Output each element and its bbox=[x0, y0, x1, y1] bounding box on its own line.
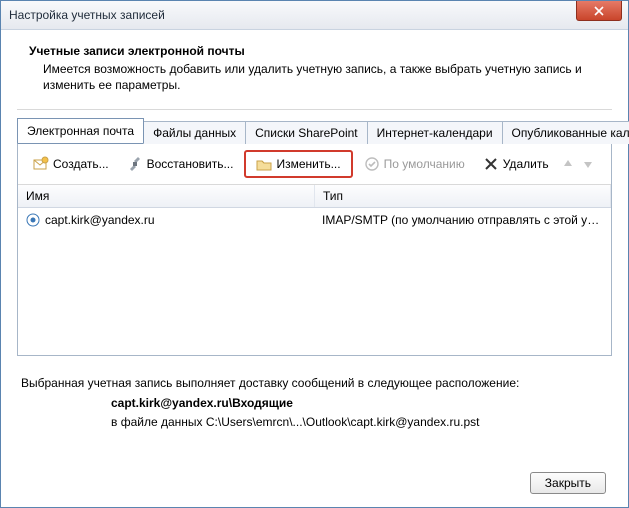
accounts-panel: Создать... Восстановить... Изменить... П… bbox=[17, 143, 612, 356]
dialog-window: Настройка учетных записей Учетные записи… bbox=[0, 0, 629, 508]
close-icon bbox=[594, 6, 604, 16]
arrow-up-icon bbox=[562, 158, 574, 170]
check-circle-icon bbox=[364, 156, 380, 172]
titlebar: Настройка учетных записей bbox=[1, 1, 628, 30]
tab-label: Опубликованные календари bbox=[512, 126, 629, 140]
account-name: capt.kirk@yandex.ru bbox=[45, 213, 155, 227]
delete-button[interactable]: Удалить bbox=[476, 152, 556, 176]
edit-button[interactable]: Изменить... bbox=[244, 150, 352, 178]
header-description: Имеется возможность добавить или удалить… bbox=[29, 61, 600, 93]
tab-data-files[interactable]: Файлы данных bbox=[143, 121, 246, 144]
button-label: Закрыть bbox=[545, 476, 591, 490]
button-label: Изменить... bbox=[276, 157, 340, 171]
delivery-path: в файле данных C:\Users\emrcn\...\Outloo… bbox=[21, 413, 608, 432]
window-title: Настройка учетных записей bbox=[9, 8, 165, 22]
cell-type: IMAP/SMTP (по умолчанию отправлять с это… bbox=[314, 211, 611, 229]
tab-email[interactable]: Электронная почта bbox=[17, 118, 144, 143]
restore-button[interactable]: Восстановить... bbox=[120, 152, 241, 176]
column-type[interactable]: Тип bbox=[315, 185, 611, 207]
list-row[interactable]: capt.kirk@yandex.ru IMAP/SMTP (по умолча… bbox=[18, 208, 611, 232]
tab-published-calendars[interactable]: Опубликованные календари bbox=[502, 121, 629, 144]
header-title: Учетные записи электронной почты bbox=[29, 44, 600, 58]
new-mail-icon bbox=[33, 156, 49, 172]
close-button[interactable]: Закрыть bbox=[530, 472, 606, 494]
move-down-button bbox=[580, 156, 596, 172]
dialog-body: Учетные записи электронной почты Имеется… bbox=[1, 30, 628, 508]
tab-label: Файлы данных bbox=[153, 126, 236, 140]
tab-internet-calendars[interactable]: Интернет-календари bbox=[367, 121, 503, 144]
delete-icon bbox=[483, 156, 499, 172]
tabstrip: Электронная почта Файлы данных Списки Sh… bbox=[17, 118, 612, 143]
folder-edit-icon bbox=[256, 156, 272, 172]
button-row: Закрыть bbox=[17, 464, 612, 496]
move-up-button bbox=[560, 156, 576, 172]
delivery-info: Выбранная учетная запись выполняет доста… bbox=[17, 374, 612, 432]
delivery-target: capt.kirk@yandex.ru\Входящие bbox=[21, 394, 608, 413]
window-close-button[interactable] bbox=[576, 1, 622, 21]
set-default-button: По умолчанию bbox=[357, 152, 472, 176]
delivery-intro: Выбранная учетная запись выполняет доста… bbox=[21, 374, 608, 393]
tab-label: Списки SharePoint bbox=[255, 126, 358, 140]
button-label: Удалить bbox=[503, 157, 549, 171]
tab-label: Интернет-календари bbox=[377, 126, 493, 140]
account-icon bbox=[26, 213, 40, 227]
separator bbox=[17, 109, 612, 110]
button-label: Создать... bbox=[53, 157, 109, 171]
arrow-down-icon bbox=[582, 158, 594, 170]
accounts-list[interactable]: Имя Тип capt.kirk@yandex.ru IMAP/SMTP (п… bbox=[18, 185, 611, 355]
create-button[interactable]: Создать... bbox=[26, 152, 116, 176]
tab-label: Электронная почта bbox=[27, 124, 134, 138]
column-name[interactable]: Имя bbox=[18, 185, 315, 207]
toolbar: Создать... Восстановить... Изменить... П… bbox=[18, 144, 611, 185]
cell-name: capt.kirk@yandex.ru bbox=[18, 211, 314, 229]
list-header: Имя Тип bbox=[18, 185, 611, 208]
header-block: Учетные записи электронной почты Имеется… bbox=[17, 44, 612, 105]
tab-sharepoint[interactable]: Списки SharePoint bbox=[245, 121, 368, 144]
button-label: Восстановить... bbox=[147, 157, 234, 171]
button-label: По умолчанию bbox=[384, 157, 465, 171]
tools-icon bbox=[127, 156, 143, 172]
